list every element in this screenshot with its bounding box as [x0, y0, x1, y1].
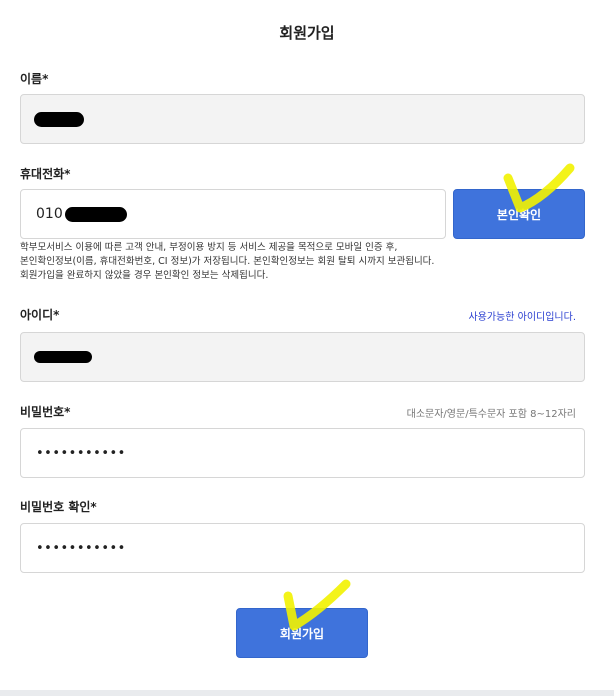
privacy-notice: 학부모서비스 이용에 따른 고객 안내, 부정이용 방지 등 서비스 제공을 목… — [20, 241, 600, 283]
user-id-status: 사용가능한 아이디입니다. — [468, 312, 576, 323]
user-id-label: 아이디* — [20, 308, 60, 322]
password-masked-value: ••••••••••• — [36, 445, 126, 461]
password-confirm-field[interactable]: ••••••••••• — [20, 523, 585, 573]
password-label: 비밀번호* — [20, 405, 71, 419]
redaction-mark — [34, 351, 92, 363]
name-field[interactable] — [20, 94, 585, 144]
phone-prefix: 010 — [36, 206, 63, 222]
phone-label: 휴대전화* — [20, 167, 71, 181]
notice-line: 본인확인정보(이름, 휴대전화번호, CI 정보)가 저장됩니다. 본인확인정보… — [20, 256, 435, 267]
footer-divider — [0, 690, 614, 696]
user-id-field[interactable] — [20, 332, 585, 382]
name-label: 이름* — [20, 72, 49, 86]
password-field[interactable]: ••••••••••• — [20, 428, 585, 478]
password-confirm-masked-value: ••••••••••• — [36, 540, 126, 556]
password-rule-hint: 대소문자/영문/특수문자 포함 8~12자리 — [406, 409, 576, 420]
notice-line: 학부모서비스 이용에 따른 고객 안내, 부정이용 방지 등 서비스 제공을 목… — [20, 242, 398, 253]
password-confirm-label: 비밀번호 확인* — [20, 500, 97, 514]
phone-field[interactable]: 010 — [20, 189, 446, 239]
redaction-mark — [34, 111, 84, 127]
notice-line: 회원가입을 완료하지 않았을 경우 본인확인 정보는 삭제됩니다. — [20, 270, 269, 281]
signup-submit-button[interactable]: 회원가입 — [236, 608, 368, 658]
page-title: 회원가입 — [279, 24, 335, 42]
redaction-mark — [64, 206, 127, 222]
identity-verify-button[interactable]: 본인확인 — [453, 189, 585, 239]
